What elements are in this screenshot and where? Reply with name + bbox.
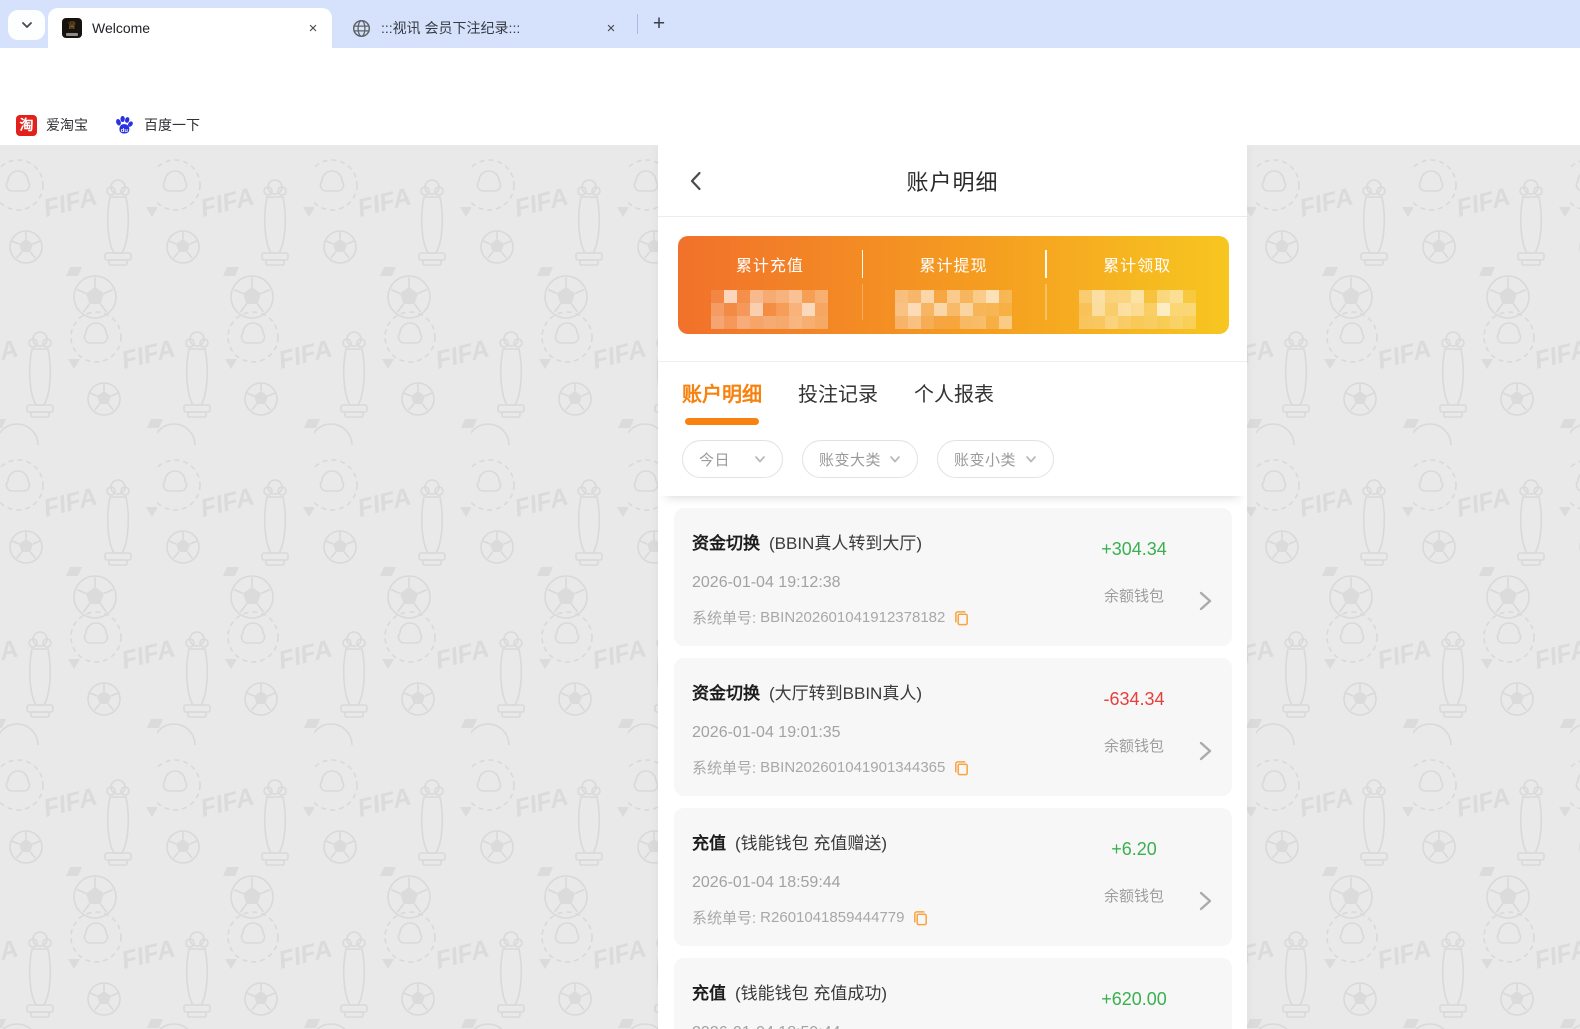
bookmark-taobao[interactable]: 淘 爱淘宝 xyxy=(16,112,88,138)
globe-icon xyxy=(352,19,371,37)
transaction-detail: (大厅转到BBIN真人) xyxy=(769,684,922,703)
filter-minor-category-dropdown[interactable]: 账变小类 xyxy=(937,440,1054,478)
transaction-list: 资金切换 (BBIN真人转到大厅) 2026-01-04 19:12:38 系统单… xyxy=(658,496,1247,1029)
transaction-amount: +620.00 xyxy=(1101,989,1167,1009)
transaction-time: 2026-01-04 19:01:35 xyxy=(692,724,841,741)
page-title: 账户明细 xyxy=(906,169,999,195)
transaction-detail: (钱能钱包 充值赠送) xyxy=(735,834,888,853)
summary-label: 累计领取 xyxy=(1103,258,1172,275)
transaction-amount: +6.20 xyxy=(1111,839,1157,859)
tab-personal-report[interactable]: 个人报表 xyxy=(914,378,994,407)
transaction-amount: +304.34 xyxy=(1101,539,1167,559)
tabs-and-filters: 账户明细 投注记录 个人报表 今日 账变大类 账变小类 xyxy=(658,362,1247,496)
order-number: R2601041859444779 xyxy=(760,909,905,926)
wallet-type: 余额钱包 xyxy=(1103,888,1164,905)
page-background: FIFA xyxy=(0,145,1580,1029)
browser-tab-betting-records[interactable]: :::视讯 会员下注纪录::: × xyxy=(338,8,630,48)
transaction-card[interactable]: 充值(钱能钱包 充值成功) 2026-01-04 18:59:44 系统单号: … xyxy=(674,958,1232,1029)
tab-account-detail[interactable]: 账户明细 xyxy=(682,378,762,425)
tab-separator xyxy=(637,14,638,34)
transaction-time: 2026-01-04 19:12:38 xyxy=(692,574,841,591)
transaction-time: 2026-01-04 18:59:44 xyxy=(692,1024,1076,1029)
copy-icon[interactable] xyxy=(912,909,929,926)
chevron-right-icon[interactable] xyxy=(1196,890,1214,912)
tab-title: Welcome xyxy=(92,20,151,36)
tab-bar: 账户明细 投注记录 个人报表 xyxy=(682,378,1227,425)
summary-divider xyxy=(1045,250,1047,320)
account-detail-app: 账户明细 累计充值 累计提现 累计领取 账户明细 投注记录 个人报表 今日 账变… xyxy=(658,145,1247,1029)
tab-close-icon[interactable]: × xyxy=(304,19,322,37)
bookmark-label: 爱淘宝 xyxy=(46,117,88,133)
transaction-type: 充值 xyxy=(692,834,726,853)
masked-value xyxy=(711,290,829,329)
summary-panel: 累计充值 累计提现 累计领取 xyxy=(658,217,1247,362)
transaction-detail: (钱能钱包 充值成功) xyxy=(735,984,888,1003)
tab-title: :::视讯 会员下注纪录::: xyxy=(381,20,521,36)
filter-major-category-dropdown[interactable]: 账变大类 xyxy=(802,440,918,478)
tab-close-icon[interactable]: × xyxy=(602,19,620,37)
summary-total-claimed: 累计领取 xyxy=(1045,236,1229,334)
svg-text:du: du xyxy=(121,128,129,134)
chevron-down-icon xyxy=(890,456,900,463)
filter-bar: 今日 账变大类 账变小类 xyxy=(682,440,1227,478)
taobao-icon: 淘 xyxy=(16,114,37,136)
site-favicon-trophy: ♕ xyxy=(62,18,82,38)
transaction-type: 充值 xyxy=(692,984,726,1003)
app-header: 账户明细 xyxy=(658,145,1247,217)
new-tab-button[interactable]: + xyxy=(645,10,673,38)
chevron-down-icon xyxy=(755,456,765,463)
wallet-type: 余额钱包 xyxy=(1103,738,1164,755)
tab-betting-records[interactable]: 投注记录 xyxy=(798,378,878,407)
baidu-paw-icon: du xyxy=(116,115,133,134)
wallet-type: 余额钱包 xyxy=(1103,588,1164,605)
transaction-amount: -634.34 xyxy=(1103,689,1165,709)
transaction-detail: (BBIN真人转到大厅) xyxy=(769,534,922,553)
summary-total-withdraw: 累计提现 xyxy=(862,236,1046,334)
copy-icon[interactable] xyxy=(953,759,970,776)
copy-icon[interactable] xyxy=(953,609,970,626)
summary-label: 累计充值 xyxy=(735,258,804,275)
summary-total-deposit: 累计充值 xyxy=(678,236,862,334)
filter-date-dropdown[interactable]: 今日 xyxy=(682,440,783,478)
chevron-down-icon xyxy=(21,22,32,28)
transaction-card[interactable]: 充值 (钱能钱包 充值赠送) 2026-01-04 18:59:44 系统单号: … xyxy=(674,808,1232,946)
summary-divider xyxy=(861,250,864,320)
order-label: 系统单号: xyxy=(692,760,757,777)
bookmark-label: 百度一下 xyxy=(144,117,200,133)
chevron-right-icon[interactable] xyxy=(1196,740,1214,762)
back-chevron-icon[interactable] xyxy=(684,169,708,193)
masked-value xyxy=(1078,290,1196,329)
tab-search-button[interactable] xyxy=(8,10,45,40)
transaction-card[interactable]: 资金切换 (BBIN真人转到大厅) 2026-01-04 19:12:38 系统单… xyxy=(674,508,1232,646)
summary-label: 累计提现 xyxy=(919,258,988,275)
order-number: BBIN202601041901344365 xyxy=(760,759,946,776)
browser-tab-welcome[interactable]: ♕ Welcome × xyxy=(48,8,332,48)
chevron-down-icon xyxy=(1026,456,1036,463)
order-number: BBIN202601041912378182 xyxy=(760,609,946,626)
summary-card: 累计充值 累计提现 累计领取 xyxy=(678,236,1229,334)
transaction-type: 资金切换 xyxy=(692,534,760,553)
masked-value xyxy=(895,290,1012,329)
browser-tab-strip: ♕ Welcome × :::视讯 会员下注纪录::: × + xyxy=(0,0,1580,48)
transaction-type: 资金切换 xyxy=(692,684,760,703)
active-tab-underline xyxy=(685,418,759,425)
order-label: 系统单号: xyxy=(692,610,757,627)
transaction-card[interactable]: 资金切换 (大厅转到BBIN真人) 2026-01-04 19:01:35 系统单… xyxy=(674,658,1232,796)
transaction-time: 2026-01-04 18:59:44 xyxy=(692,874,841,891)
browser-toolbar: ld48.com/reports/index?tab=0 xyxy=(0,48,1580,146)
chevron-right-icon[interactable] xyxy=(1196,590,1214,612)
order-label: 系统单号: xyxy=(692,910,757,927)
bookmarks-bar: 淘 爱淘宝 du 百度一下 xyxy=(0,105,1580,145)
bookmark-baidu[interactable]: du 百度一下 xyxy=(113,112,200,138)
